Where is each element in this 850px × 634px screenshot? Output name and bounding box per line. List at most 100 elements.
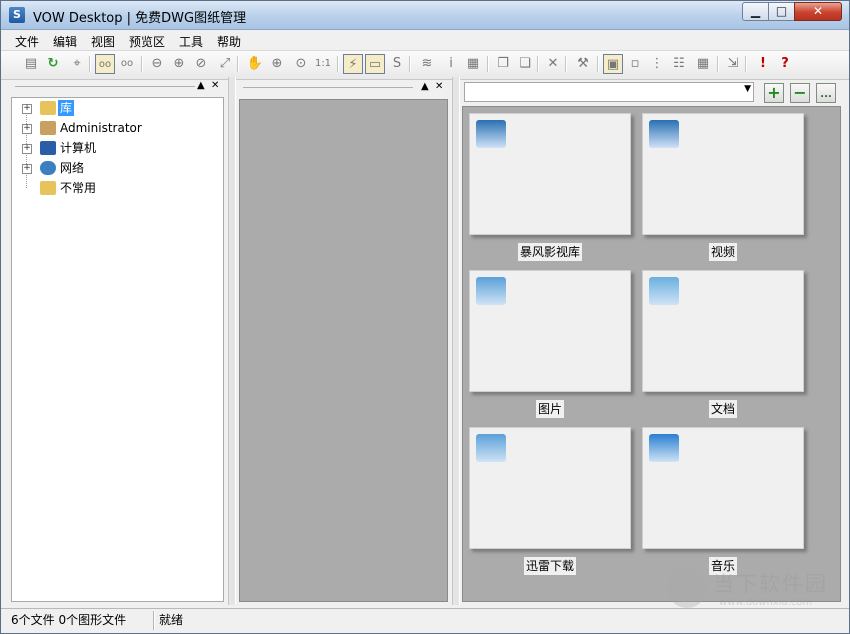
tile-label[interactable]: 暴风影视库	[517, 243, 583, 261]
add-button[interactable]: +	[764, 83, 784, 103]
dropdown-arrow-icon[interactable]: ▼	[744, 84, 751, 94]
preview-pane-header: ▲ ✕	[239, 80, 448, 98]
pan-icon[interactable]: ✋	[245, 54, 265, 74]
exclamation-icon[interactable]: !	[753, 54, 773, 74]
toolbar-separator	[565, 56, 567, 72]
view-large-icons-icon[interactable]: ▣	[603, 54, 623, 74]
tile-label[interactable]: 图片	[535, 400, 565, 418]
toolbar-separator	[237, 56, 239, 72]
folder-tree: + 库 + Administrator + 计算机 + 网络 不常用	[11, 97, 224, 602]
view-list-icon[interactable]: ⋮	[647, 54, 667, 74]
watermark-text: 当下软件园	[713, 572, 828, 596]
menu-preview[interactable]: 预览区	[129, 33, 165, 50]
library-tile[interactable]	[469, 113, 631, 235]
right-splitter[interactable]	[452, 77, 460, 605]
view-oo-icon[interactable]: oo	[95, 54, 115, 74]
expand-icon[interactable]: +	[22, 164, 32, 174]
watermark: 当下软件园 www.downxia.com	[667, 566, 833, 616]
tree-item-label[interactable]: 计算机	[60, 140, 96, 156]
zoom-1to1-icon[interactable]: 1:1	[313, 54, 333, 74]
menu-view[interactable]: 视图	[91, 33, 115, 50]
folder-icon	[40, 181, 56, 195]
app-icon[interactable]: S	[9, 7, 25, 23]
library-tile[interactable]	[642, 427, 804, 549]
app-window: S VOW Desktop | 免费DWG图纸管理 ▁ □ ✕ 文件 编辑 视图…	[0, 0, 850, 634]
export-icon[interactable]: ⇲	[723, 54, 743, 74]
library-tile[interactable]	[642, 270, 804, 392]
tools-icon[interactable]: ⚒	[573, 54, 593, 74]
menu-edit[interactable]: 编辑	[53, 33, 77, 50]
open-folder-icon[interactable]: ▤	[21, 54, 41, 74]
zoom-in-icon[interactable]: ⊕	[169, 54, 189, 74]
tile-label[interactable]: 迅雷下载	[523, 557, 577, 575]
view-details-icon[interactable]: ☷	[669, 54, 689, 74]
zoom-realtime-icon[interactable]: ⊕	[267, 54, 287, 74]
toolbar-separator	[597, 56, 599, 72]
measure-icon[interactable]: ▭	[365, 54, 385, 74]
more-button[interactable]: ...	[816, 83, 836, 103]
menu-help[interactable]: 帮助	[217, 33, 241, 50]
copy-icon[interactable]: ❐	[493, 54, 513, 74]
pin-icon[interactable]: ▲	[197, 80, 205, 91]
close-icon[interactable]: ✕	[435, 81, 443, 92]
expand-icon[interactable]: +	[22, 144, 32, 154]
window-title: VOW Desktop | 免费DWG图纸管理	[33, 11, 247, 26]
expand-icon[interactable]: +	[22, 104, 32, 114]
expand-icon[interactable]: +	[22, 124, 32, 134]
menu-bar: 文件 编辑 视图 预览区 工具 帮助	[1, 30, 849, 50]
status-divider	[153, 611, 155, 630]
menu-tools[interactable]: 工具	[179, 33, 203, 50]
pin-icon[interactable]: ▲	[421, 81, 429, 92]
remove-button[interactable]: −	[790, 83, 810, 103]
pane-grip[interactable]	[15, 86, 195, 87]
toolbar-separator	[537, 56, 539, 72]
title-bar[interactable]: S VOW Desktop | 免费DWG图纸管理 ▁ □ ✕	[1, 1, 849, 30]
zoom-extents-icon[interactable]: ⤢	[215, 54, 235, 74]
help-icon[interactable]: ?	[775, 54, 795, 74]
tree-item-label[interactable]: 库	[58, 100, 75, 116]
view-oo-alt-icon[interactable]: oo	[117, 54, 137, 74]
tree-item-label[interactable]: Administrator	[60, 120, 142, 136]
minimize-button[interactable]: ▁	[742, 2, 769, 21]
left-splitter[interactable]	[228, 77, 236, 605]
library-tile[interactable]	[469, 270, 631, 392]
document-icon	[649, 277, 679, 305]
maximize-button[interactable]: □	[768, 2, 795, 21]
close-button[interactable]: ✕	[794, 2, 842, 21]
toolbar-separator	[337, 56, 339, 72]
info-icon[interactable]: i	[441, 54, 461, 74]
refresh-icon[interactable]: ↻	[43, 54, 63, 74]
layers-icon[interactable]: ≋	[417, 54, 437, 74]
library-folder-icon	[40, 101, 56, 115]
video-library-icon	[476, 120, 506, 148]
browser-toolbar: ▼ + − ...	[462, 80, 841, 106]
tree-item-label[interactable]: 网络	[60, 160, 84, 176]
lightning-icon[interactable]: ⚡	[343, 54, 363, 74]
view-grid-icon[interactable]: ▦	[693, 54, 713, 74]
toolbar-separator	[745, 56, 747, 72]
tile-label[interactable]: 文档	[708, 400, 738, 418]
menu-file[interactable]: 文件	[15, 33, 39, 50]
text-s-icon[interactable]: S	[387, 54, 407, 74]
music-icon	[649, 434, 679, 462]
library-tile[interactable]	[469, 427, 631, 549]
tile-label[interactable]: 视频	[708, 243, 738, 261]
find-icon[interactable]: ⌖	[67, 54, 87, 74]
tree-item-label[interactable]: 不常用	[60, 180, 96, 196]
zoom-window-icon[interactable]: ⊘	[191, 54, 211, 74]
paste-icon[interactable]: ❏	[515, 54, 535, 74]
video-icon	[649, 120, 679, 148]
download-icon	[476, 434, 506, 462]
pane-grip[interactable]	[243, 87, 413, 88]
watermark-url: www.downxia.com	[719, 597, 813, 608]
zoom-previous-icon[interactable]: ⊙	[291, 54, 311, 74]
picture-icon	[476, 277, 506, 305]
toolbar-separator	[89, 56, 91, 72]
view-small-icons-icon[interactable]: ▫	[625, 54, 645, 74]
path-combo[interactable]: ▼	[464, 82, 754, 102]
delete-icon[interactable]: ✕	[543, 54, 563, 74]
zoom-out-icon[interactable]: ⊖	[147, 54, 167, 74]
library-tile[interactable]	[642, 113, 804, 235]
print-icon[interactable]: ▦	[463, 54, 483, 74]
close-icon[interactable]: ✕	[211, 80, 219, 91]
